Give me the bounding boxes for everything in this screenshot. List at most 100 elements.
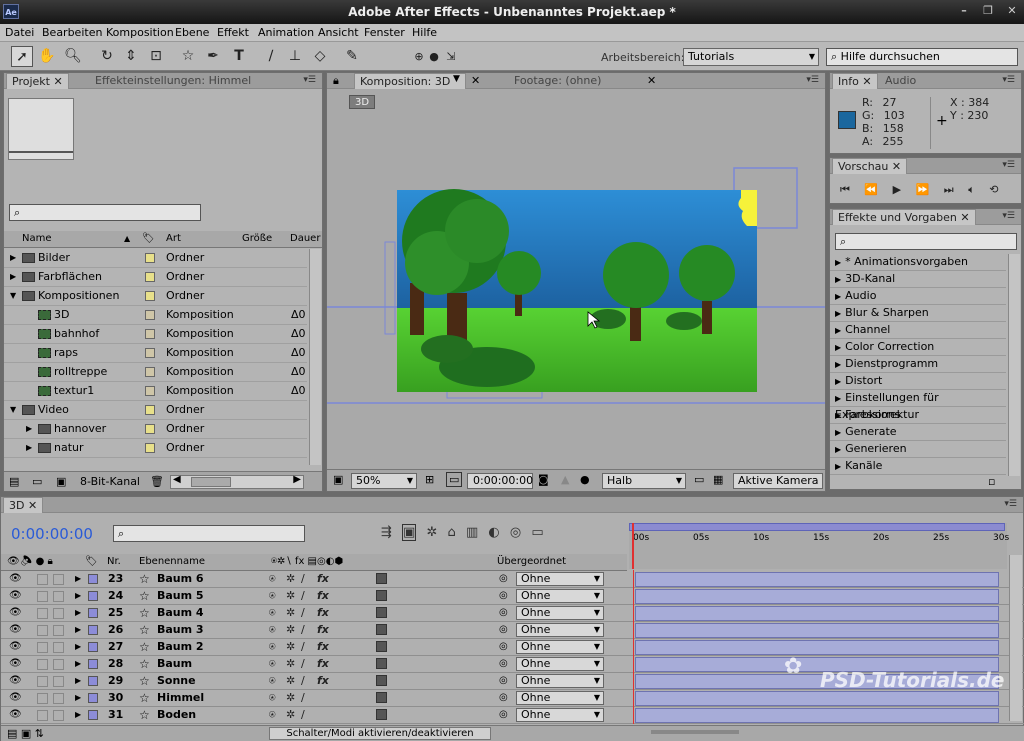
label-color-swatch[interactable] <box>145 386 155 396</box>
layer-label-color[interactable] <box>88 659 98 669</box>
pickwhip-icon[interactable]: ◎ <box>499 605 508 621</box>
menu-datei[interactable]: Datei <box>5 26 34 39</box>
quality-switch-icon[interactable]: ∕ <box>301 656 305 672</box>
solo-toggle[interactable] <box>37 608 48 619</box>
graph-editor-icon[interactable]: ◐ <box>488 525 499 540</box>
label-color-swatch[interactable] <box>145 367 155 377</box>
solo-toggle[interactable] <box>37 574 48 585</box>
play-icon[interactable]: ▶ <box>893 183 901 196</box>
shy-switch-icon[interactable]: ⍟ <box>269 639 276 655</box>
label-color-swatch[interactable] <box>145 405 155 415</box>
chevron-right-icon[interactable]: ▶ <box>26 420 32 438</box>
layer-duration-bar[interactable] <box>635 640 999 655</box>
solo-toggle[interactable] <box>37 591 48 602</box>
lock-icon[interactable]: 🔒︎ <box>333 74 339 88</box>
eye-icon[interactable]: 👁︎ <box>9 605 22 621</box>
effects-category[interactable]: ▶ Blur & Sharpen <box>830 305 1006 322</box>
menu-komposition[interactable]: Komposition <box>106 26 174 39</box>
effect-switch-icon[interactable]: fx <box>317 571 329 587</box>
layer-label-color[interactable] <box>88 676 98 686</box>
eye-icon[interactable]: 👁︎ <box>9 690 22 706</box>
menu-ansicht[interactable]: Ansicht <box>318 26 359 39</box>
av-features-icon[interactable]: 👁︎🔈︎ ● 🔒︎ <box>7 554 53 570</box>
column-size[interactable]: Größe <box>242 231 272 247</box>
interpret-footage-icon[interactable]: ▤ <box>9 475 19 488</box>
layer-row[interactable]: 👁︎ ▶ 25 ☆ Baum 4 ⍟ ✲ ∕ fx ◎ Ohne ▼ <box>1 605 1024 622</box>
effects-scrollbar[interactable] <box>1008 254 1020 476</box>
rotate-tool-icon[interactable]: ↻ <box>96 46 118 67</box>
3d-layer-icon[interactable] <box>376 590 387 601</box>
tab-komposition-3d[interactable]: Komposition: 3D <box>354 73 466 89</box>
layer-duration-bar[interactable] <box>635 691 999 706</box>
3d-layer-icon[interactable] <box>376 641 387 652</box>
effects-category[interactable]: ▶ Distort <box>830 373 1006 390</box>
effect-switch-icon[interactable]: fx <box>317 622 329 638</box>
collapse-switch-icon[interactable]: ✲ <box>286 571 295 587</box>
shape-tool-icon[interactable]: ☆ <box>177 46 199 67</box>
parent-dropdown[interactable]: Ohne ▼ <box>516 606 604 620</box>
parent-dropdown[interactable]: Ohne ▼ <box>516 657 604 671</box>
scroll-right-icon[interactable]: ▶ <box>293 474 301 485</box>
frame-blending-icon[interactable]: ⌂ <box>448 525 456 540</box>
timeline-scrollbar[interactable] <box>1009 555 1022 721</box>
menu-hilfe[interactable]: Hilfe <box>412 26 437 39</box>
3d-layer-icon[interactable] <box>376 573 387 584</box>
layer-name[interactable]: Himmel <box>157 690 204 706</box>
region-of-interest-icon[interactable]: ▭ <box>694 473 704 486</box>
comp-navigator-chip[interactable]: 3D <box>349 95 375 109</box>
pickwhip-icon[interactable]: ◎ <box>499 707 508 723</box>
lock-toggle[interactable] <box>53 659 64 670</box>
solo-toggle[interactable] <box>37 659 48 670</box>
hide-shy-icon[interactable]: ✲ <box>426 525 437 540</box>
composition-viewer[interactable] <box>327 113 825 468</box>
shy-switch-icon[interactable]: ⍟ <box>269 622 276 638</box>
next-frame-icon[interactable]: ⏩ <box>916 183 930 196</box>
solo-toggle[interactable] <box>37 693 48 704</box>
quality-switch-icon[interactable]: ∕ <box>301 588 305 604</box>
chevron-right-icon[interactable]: ▶ <box>75 707 81 723</box>
3d-layer-icon[interactable] <box>376 692 387 703</box>
3d-layer-icon[interactable] <box>376 607 387 618</box>
menu-ebene[interactable]: Ebene <box>175 26 209 39</box>
project-item[interactable]: bahnhof Komposition Δ0 <box>4 325 307 344</box>
layer-duration-bar[interactable] <box>635 606 999 621</box>
layer-name[interactable]: Sonne <box>157 673 196 689</box>
view-axis-icon[interactable]: ⇲ <box>440 46 462 67</box>
timeline-search-input[interactable]: ⌕ <box>113 525 305 542</box>
tab-vorschau[interactable]: Vorschau ✕ <box>832 158 908 174</box>
layer-name[interactable]: Baum <box>157 656 192 672</box>
lock-toggle[interactable] <box>53 625 64 636</box>
3d-layer-icon[interactable] <box>376 658 387 669</box>
parent-dropdown[interactable]: Ohne ▼ <box>516 640 604 654</box>
layer-name[interactable]: Baum 5 <box>157 588 204 604</box>
pickwhip-icon[interactable]: ◎ <box>499 588 508 604</box>
tab-projekt[interactable]: Projekt ✕ <box>6 73 69 89</box>
shy-switch-icon[interactable]: ⍟ <box>269 588 276 604</box>
zoom-dropdown[interactable]: 50% ▼ <box>351 473 417 489</box>
panel-menu-icon[interactable]: ▾☰ <box>806 75 819 85</box>
layer-label-color[interactable] <box>88 574 98 584</box>
parent-dropdown[interactable]: Ohne ▼ <box>516 674 604 688</box>
lock-toggle[interactable] <box>53 710 64 721</box>
new-folder-icon[interactable]: ▭ <box>32 475 42 488</box>
show-snapshot-icon[interactable]: ▲ <box>561 473 569 486</box>
project-item[interactable]: ▶ Bilder Ordner <box>4 249 307 268</box>
motion-blur-icon[interactable]: ▥ <box>466 525 478 540</box>
zoom-slider[interactable] <box>651 730 739 734</box>
layer-name[interactable]: Baum 4 <box>157 605 204 621</box>
3d-layer-icon[interactable] <box>376 624 387 635</box>
shy-switch-icon[interactable]: ⍟ <box>269 656 276 672</box>
comp-mini-flowchart-icon[interactable]: ⇶ <box>381 525 392 540</box>
solo-toggle[interactable] <box>37 625 48 636</box>
collapse-switch-icon[interactable]: ✲ <box>286 673 295 689</box>
zoom-tool-icon[interactable]: 🔍︎ <box>62 46 84 67</box>
project-item[interactable]: ▶ natur Ordner <box>4 439 307 458</box>
toggle-switches-modes-button[interactable]: Schalter/Modi aktivieren/deaktivieren <box>269 727 491 740</box>
solo-toggle[interactable] <box>37 676 48 687</box>
label-color-swatch[interactable] <box>145 329 155 339</box>
lock-toggle[interactable] <box>53 676 64 687</box>
work-area-bar[interactable] <box>629 523 1005 531</box>
effect-switch-icon[interactable]: fx <box>317 656 329 672</box>
project-item[interactable]: textur1 Komposition Δ0 <box>4 382 307 401</box>
label-color-swatch[interactable] <box>145 272 155 282</box>
